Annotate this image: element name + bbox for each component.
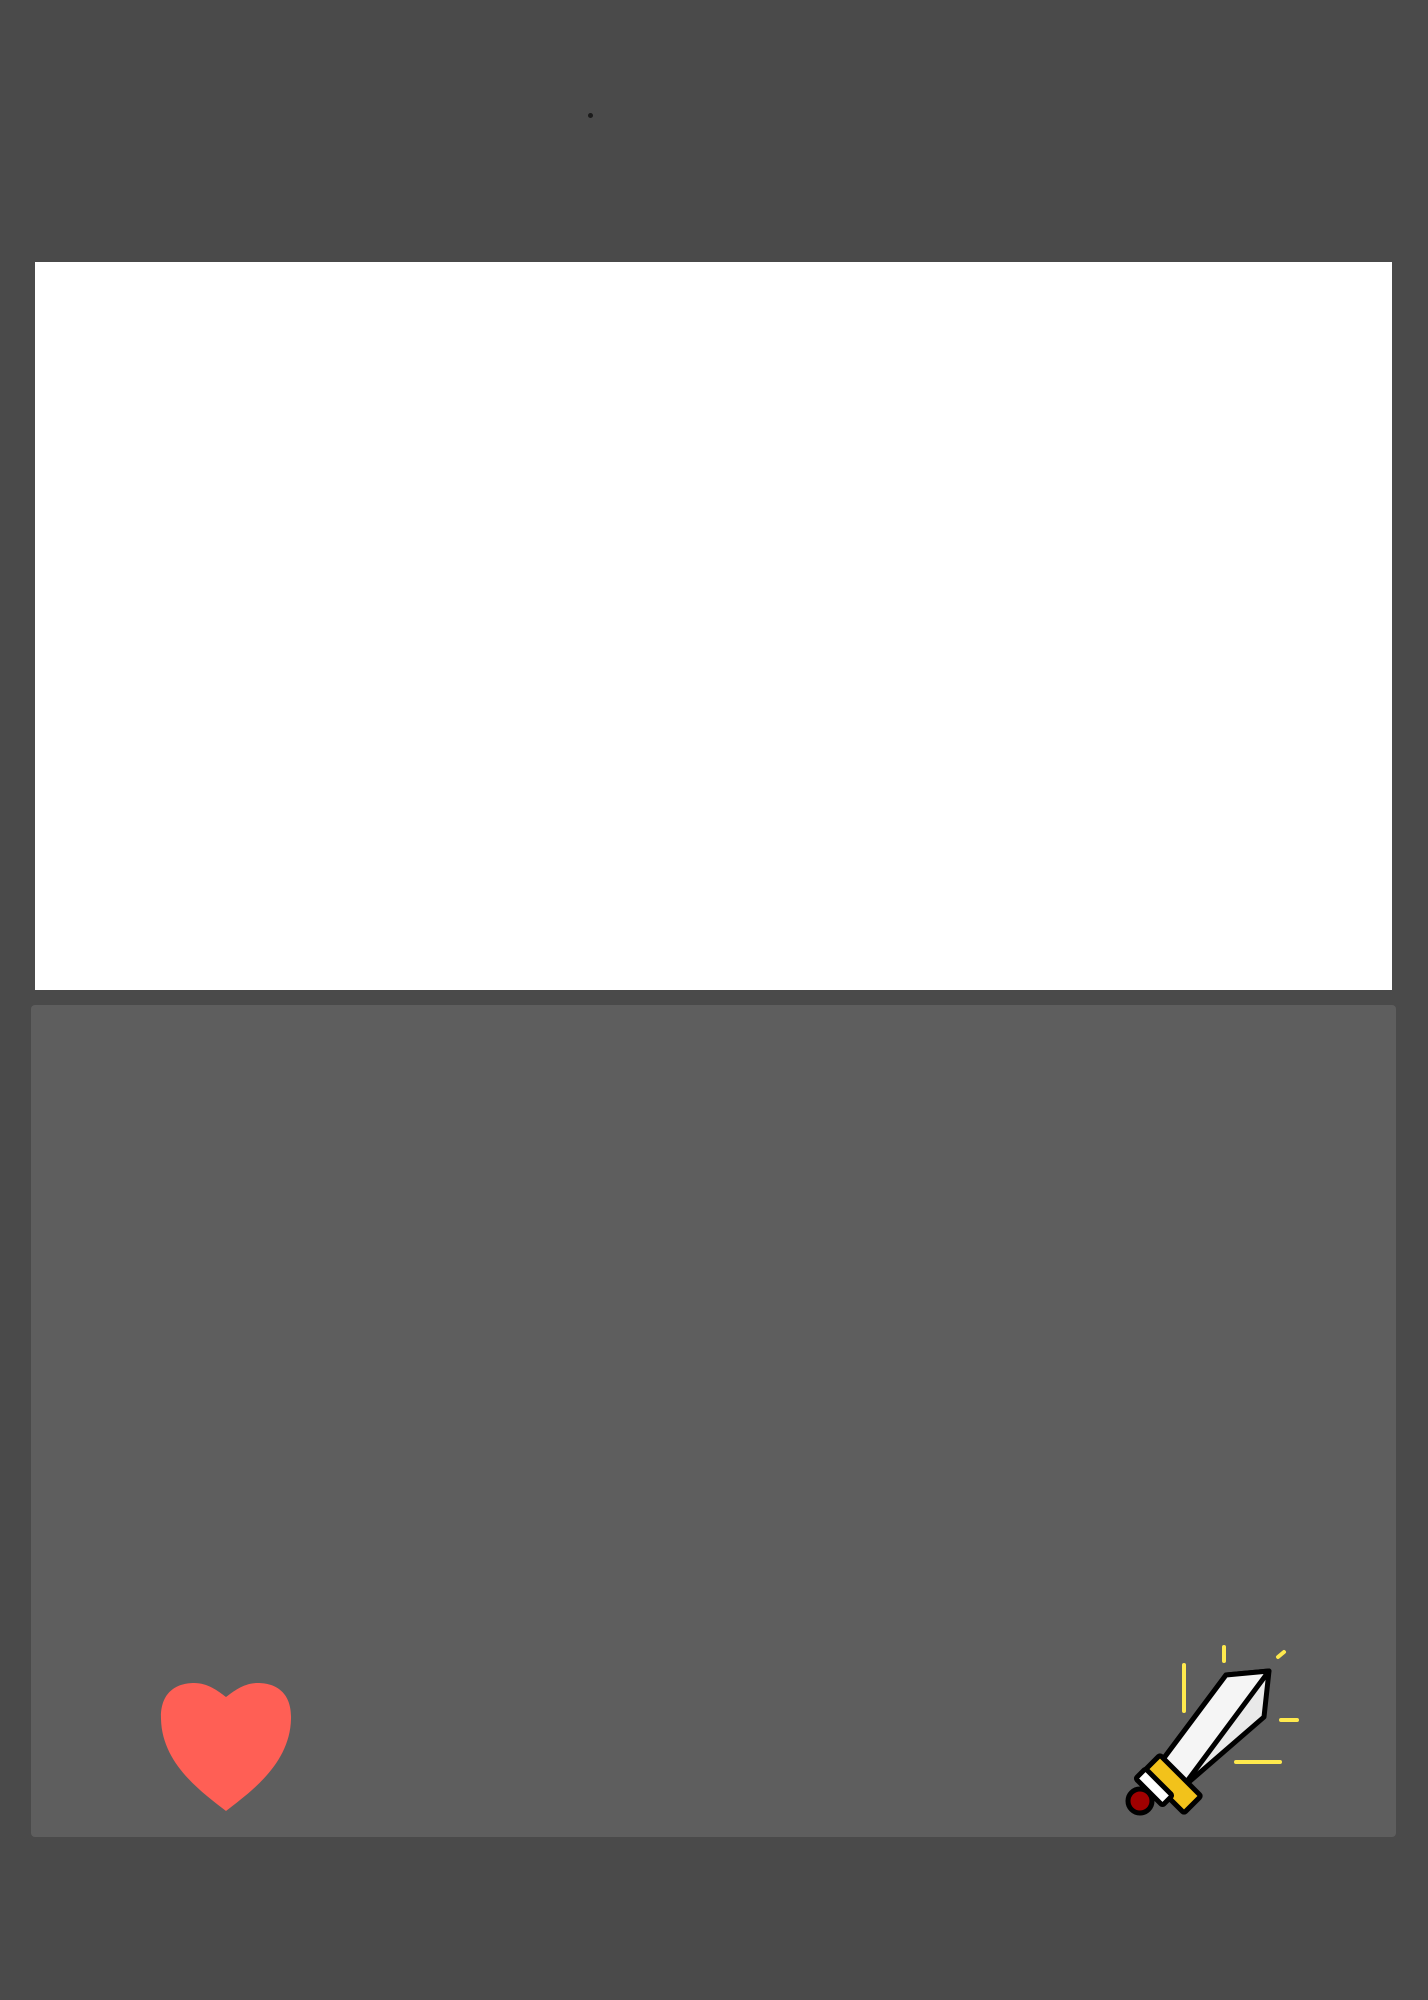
sparkle-line (1276, 1650, 1286, 1659)
game-canvas[interactable] (35, 262, 1392, 990)
status-dot (588, 113, 593, 118)
sword-shape (1125, 1668, 1272, 1816)
heart-shape (160, 1683, 292, 1811)
sword-pommel (1125, 1786, 1155, 1816)
heal-button[interactable] (158, 1683, 294, 1811)
game-screen (0, 0, 1428, 2000)
attack-button[interactable] (1118, 1640, 1308, 1818)
heart-icon (160, 1683, 292, 1811)
sword-icon (1125, 1645, 1299, 1816)
top-status-area (0, 0, 1428, 262)
